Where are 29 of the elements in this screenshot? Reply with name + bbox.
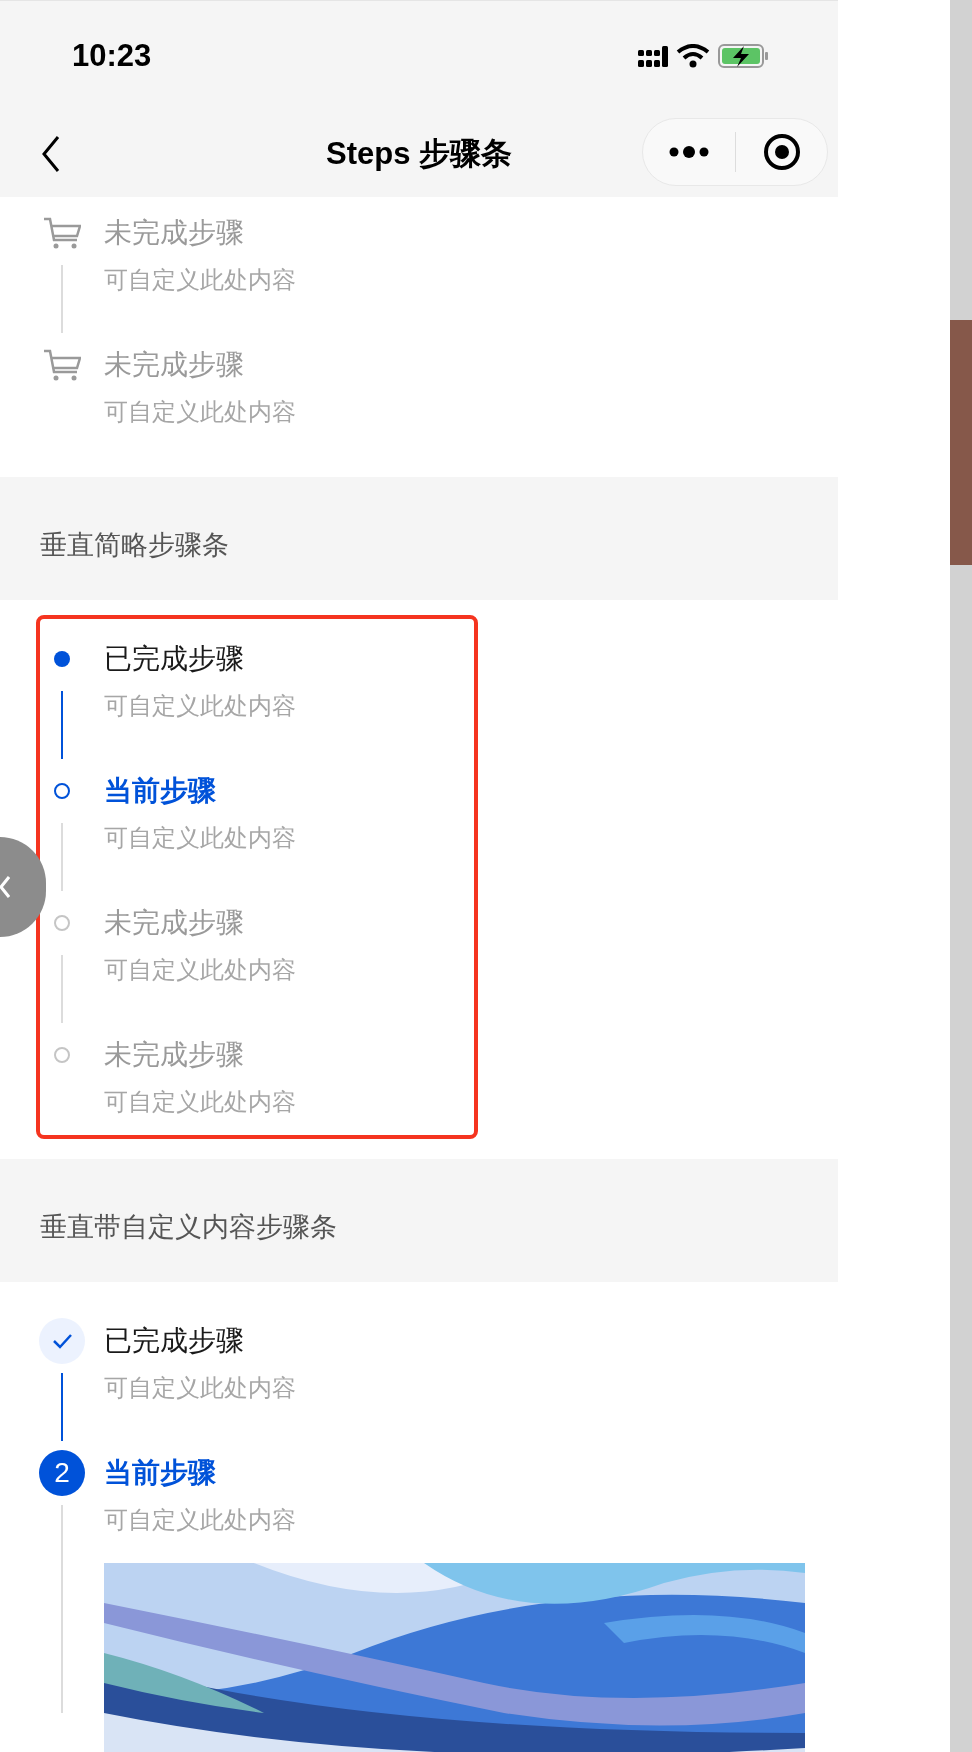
section-title: 垂直带自定义内容步骤条 bbox=[40, 1211, 337, 1245]
step-description: 可自定义此处内容 bbox=[104, 1373, 296, 1403]
battery-charging-icon bbox=[718, 44, 768, 68]
status-time: 10:23 bbox=[72, 36, 152, 75]
step-number: 2 bbox=[39, 1450, 85, 1496]
wifi-icon bbox=[676, 44, 710, 68]
check-icon bbox=[51, 1332, 73, 1350]
step-title: 当前步骤 bbox=[104, 1456, 217, 1490]
chevron-left-icon bbox=[0, 876, 10, 898]
step-description: 可自定义此处内容 bbox=[104, 691, 296, 721]
step-title: 未完成步骤 bbox=[104, 906, 245, 940]
step-description: 可自定义此处内容 bbox=[104, 1087, 296, 1117]
step-title: 当前步骤 bbox=[104, 774, 217, 808]
more-icon bbox=[669, 145, 709, 159]
step-description: 可自定义此处内容 bbox=[104, 955, 296, 985]
step-description: 可自定义此处内容 bbox=[104, 823, 296, 853]
step-description: 可自定义此处内容 bbox=[104, 265, 296, 295]
step-title: 未完成步骤 bbox=[104, 348, 245, 382]
step-title: 未完成步骤 bbox=[104, 1038, 245, 1072]
step-title: 已完成步骤 bbox=[104, 1324, 245, 1358]
signal-icon bbox=[638, 45, 668, 67]
step-description: 可自定义此处内容 bbox=[104, 397, 296, 427]
step-description: 可自定义此处内容 bbox=[104, 1505, 297, 1535]
target-icon bbox=[762, 133, 801, 171]
step-title: 已完成步骤 bbox=[104, 642, 245, 676]
chevron-left-icon bbox=[40, 135, 62, 173]
nav-title: Steps 步骤条 bbox=[326, 134, 512, 173]
section-title: 垂直简略步骤条 bbox=[40, 529, 229, 563]
step-title: 未完成步骤 bbox=[104, 216, 245, 250]
